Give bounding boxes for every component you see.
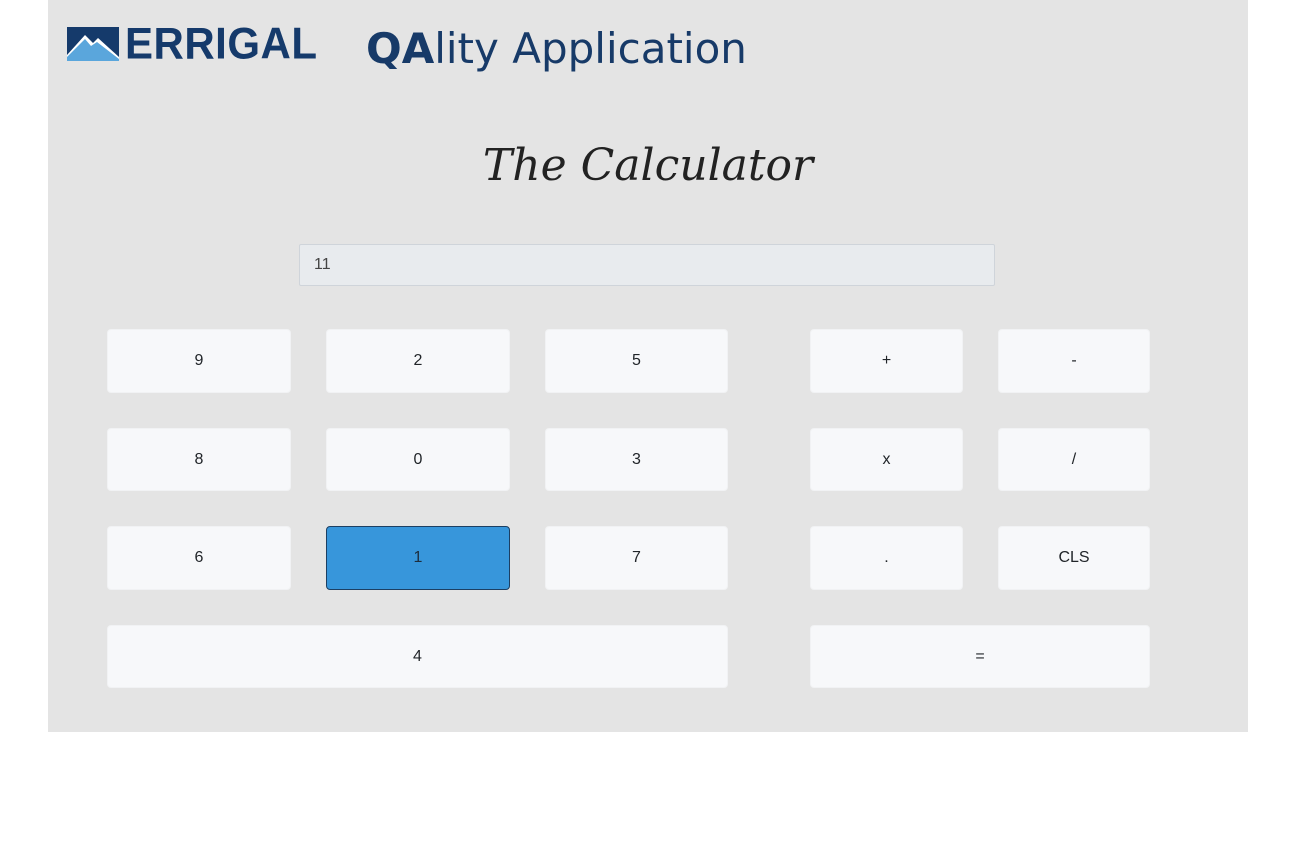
key-3-button[interactable]: 3 bbox=[545, 428, 728, 491]
key-1-button[interactable]: 1 bbox=[326, 526, 510, 590]
key-4-button[interactable]: 4 bbox=[107, 625, 728, 688]
app-title-rest: lity Application bbox=[434, 24, 747, 73]
calculator-display[interactable] bbox=[299, 244, 995, 286]
decimal-button[interactable]: . bbox=[810, 526, 963, 590]
app-title: QAlity Application bbox=[366, 22, 747, 76]
key-6-button[interactable]: 6 bbox=[107, 526, 291, 590]
calculator-app: ERRIGAL QAlity Application The Calculato… bbox=[48, 0, 1248, 732]
divide-button[interactable]: / bbox=[998, 428, 1150, 491]
mountain-logo-icon bbox=[67, 27, 119, 61]
logo-wordmark: ERRIGAL bbox=[125, 18, 318, 69]
key-2-button[interactable]: 2 bbox=[326, 329, 510, 393]
errigal-logo: ERRIGAL bbox=[67, 18, 318, 69]
key-8-button[interactable]: 8 bbox=[107, 428, 291, 491]
key-5-button[interactable]: 5 bbox=[545, 329, 728, 393]
subtract-button[interactable]: - bbox=[998, 329, 1150, 393]
equals-button[interactable]: = bbox=[810, 625, 1150, 688]
multiply-button[interactable]: x bbox=[810, 428, 963, 491]
clear-button[interactable]: CLS bbox=[998, 526, 1150, 590]
key-9-button[interactable]: 9 bbox=[107, 329, 291, 393]
page-title: The Calculator bbox=[482, 140, 814, 191]
key-7-button[interactable]: 7 bbox=[545, 526, 728, 590]
add-button[interactable]: + bbox=[810, 329, 963, 393]
key-0-button[interactable]: 0 bbox=[326, 428, 510, 491]
app-title-qa: QA bbox=[366, 24, 435, 73]
